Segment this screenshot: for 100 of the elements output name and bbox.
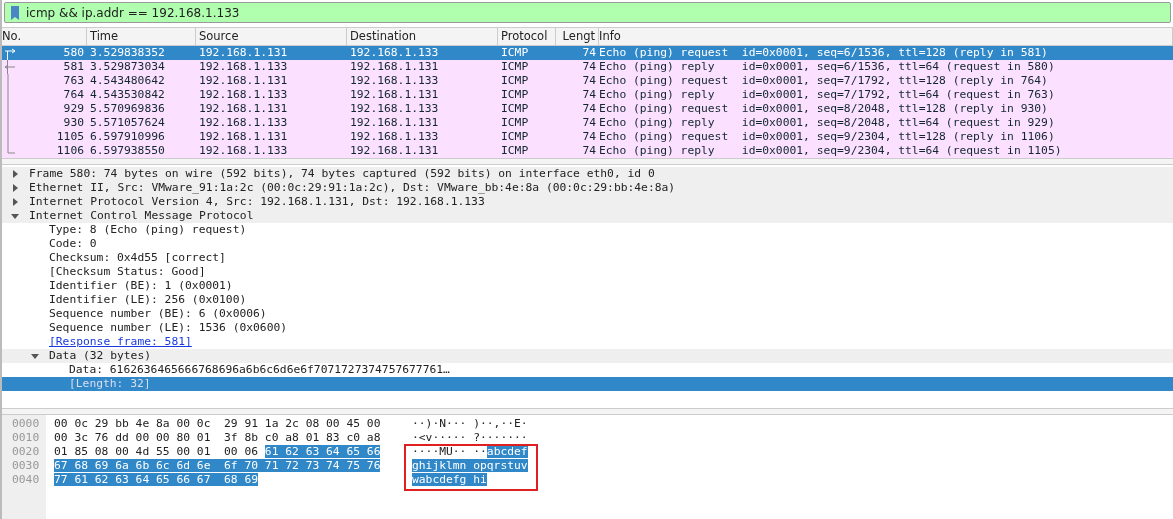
detail-tree-row[interactable]: Data (32 bytes) bbox=[2, 349, 1173, 363]
expanded-triangle-icon[interactable] bbox=[10, 211, 20, 221]
detail-text: Sequence number (BE): 6 (0x0006) bbox=[49, 307, 267, 321]
detail-tree-row[interactable]: [Response frame: 581] bbox=[2, 335, 1173, 349]
detail-tree-row[interactable]: Data: 6162636465666768696a6b6c6d6e6f7071727374757677761… bbox=[2, 363, 1173, 377]
hex-bytes: 00 3c 76 dd 00 00 80 01 3f 8b c0 a8 01 83 c0 a8 bbox=[54, 431, 381, 444]
source-cell-text: 192.168.1.133 bbox=[198, 144, 289, 158]
detail-text: Data (32 bytes) bbox=[49, 349, 152, 363]
info-cell-text: Echo (ping) request id=0x0001, seq=7/1792, ttl=128 (reply in 764) bbox=[599, 74, 1049, 88]
detail-tree-row[interactable]: Checksum: 0x4d55 [correct] bbox=[2, 251, 1173, 265]
detail-tree-row[interactable]: Frame 580: 74 bytes on wire (592 bits), 74 bytes captured (592 bits) on interface eth0, id 0 bbox=[2, 167, 1173, 181]
detail-text: Internet Control Message Protocol bbox=[29, 209, 254, 223]
destination-cell-text: 192.168.1.131 bbox=[349, 144, 440, 158]
hex-bytes: 01 85 08 00 4d 55 00 01 00 06 bbox=[54, 445, 260, 458]
column-header[interactable]: Destination bbox=[347, 28, 498, 45]
length-cell-text: 74 bbox=[581, 102, 597, 116]
source-cell-text: 192.168.1.131 bbox=[198, 130, 289, 144]
source-cell-text: 192.168.1.131 bbox=[198, 46, 289, 60]
column-header[interactable]: Source bbox=[196, 28, 347, 45]
ascii-text: ··)·N··· )··,··E· bbox=[412, 417, 528, 430]
source-cell-text: 192.168.1.131 bbox=[198, 102, 289, 116]
hex-bytes: 77 61 62 63 64 65 66 67 68 69 bbox=[54, 473, 259, 486]
column-header[interactable]: Lengt bbox=[556, 28, 599, 45]
detail-tree-row[interactable]: Sequence number (BE): 6 (0x0006) bbox=[2, 307, 1173, 321]
length-cell-text: 74 bbox=[581, 130, 597, 144]
packet-number: 581 bbox=[63, 60, 84, 74]
detail-tree-row[interactable]: Ethernet II, Src: VMware_91:1a:2c (00:0c:29:91:1a:2c), Dst: VMware_bb:4e:8a (00:0c:29:bb:4e:8a) bbox=[2, 181, 1173, 195]
destination-cell-text: 192.168.1.131 bbox=[349, 116, 440, 130]
packet-number: 1106 bbox=[56, 144, 84, 158]
splitter-handle[interactable] bbox=[2, 408, 1173, 415]
detail-tree-row[interactable]: Internet Protocol Version 4, Src: 192.168.1.131, Dst: 192.168.1.133 bbox=[2, 195, 1173, 209]
detail-text: Identifier (BE): 1 (0x0001) bbox=[49, 279, 233, 293]
filter-value: icmp && ip.addr == 192.168.1.133 bbox=[26, 5, 240, 20]
detail-text: Checksum: 0x4d55 [correct] bbox=[49, 251, 226, 265]
packet-number: 929 bbox=[63, 102, 84, 116]
source-cell-text: 192.168.1.133 bbox=[198, 88, 289, 102]
byte-offset: 0030 bbox=[12, 459, 41, 473]
detail-text: Sequence number (LE): 1536 (0x0600) bbox=[49, 321, 288, 335]
hex-bytes: 61 62 63 64 65 66 bbox=[264, 445, 381, 458]
protocol-cell-text: ICMP bbox=[500, 102, 530, 116]
detail-tree-row[interactable]: Type: 8 (Echo (ping) request) bbox=[2, 223, 1173, 237]
packet-row[interactable]: 580 3.529838352 192.168.1.131 192.168.1.133 ICMP 74 Echo (ping) request id=0x0001, seq=6/1536, ttl=128 (reply in 581) bbox=[2, 46, 1173, 60]
packet-row[interactable]: 581 3.529873034 192.168.1.133 192.168.1.131 ICMP 74 Echo (ping) reply id=0x0001, seq=6/1536, ttl=64 (request in 580) bbox=[2, 60, 1173, 74]
bookmark-icon[interactable] bbox=[9, 4, 21, 21]
collapsed-triangle-icon[interactable] bbox=[10, 197, 20, 207]
expanded-triangle-icon[interactable] bbox=[30, 351, 40, 361]
time-cell-text: 6.597938550 bbox=[89, 144, 166, 158]
detail-tree-row[interactable]: Code: 0 bbox=[2, 237, 1173, 251]
detail-tree-row[interactable]: Identifier (LE): 256 (0x0100) bbox=[2, 293, 1173, 307]
detail-tree-row[interactable]: Identifier (BE): 1 (0x0001) bbox=[2, 279, 1173, 293]
info-cell-text: Echo (ping) request id=0x0001, seq=6/1536, ttl=128 (reply in 581) bbox=[599, 46, 1049, 60]
reply-arrow-icon bbox=[4, 60, 16, 74]
packet-row[interactable]: 763 4.543480642 192.168.1.131 192.168.1.133 ICMP 74 Echo (ping) request id=0x0001, seq=7/1792, ttl=128 (reply in 764) bbox=[2, 74, 1173, 88]
column-header[interactable]: Protocol bbox=[498, 28, 556, 45]
splitter-handle[interactable] bbox=[2, 158, 1173, 165]
info-cell-text: Echo (ping) request id=0x0001, seq=9/2304, ttl=128 (reply in 1106) bbox=[599, 130, 1056, 144]
packet-row[interactable]: 929 5.570969836 192.168.1.131 192.168.1.133 ICMP 74 Echo (ping) request id=0x0001, seq=8/2048, ttl=128 (reply in 930) bbox=[2, 102, 1173, 116]
source-cell-text: 192.168.1.133 bbox=[198, 60, 289, 74]
detail-text: Data: 6162636465666768696a6b6c6d6e6f7071727374757677761… bbox=[69, 363, 450, 377]
time-cell-text: 3.529838352 bbox=[89, 46, 166, 60]
packet-number: 1105 bbox=[56, 130, 84, 144]
detail-tree-row[interactable]: Internet Control Message Protocol bbox=[2, 209, 1173, 223]
destination-cell-text: 192.168.1.131 bbox=[349, 88, 440, 102]
destination-cell-text: 192.168.1.131 bbox=[349, 60, 440, 74]
protocol-cell-text: ICMP bbox=[500, 60, 530, 74]
byte-offset: 0000 bbox=[12, 417, 41, 431]
column-header[interactable]: Time bbox=[87, 28, 196, 45]
destination-cell-text: 192.168.1.133 bbox=[349, 46, 440, 60]
detail-text: Frame 580: 74 bytes on wire (592 bits), 74 bytes captured (592 bits) on interface eth0, id 0 bbox=[29, 167, 655, 181]
length-cell-text: 74 bbox=[581, 144, 597, 158]
packet-number: 764 bbox=[63, 88, 84, 102]
packet-row[interactable]: 1106 6.597938550 192.168.1.133 192.168.1.131 ICMP 74 Echo (ping) reply id=0x0001, seq=9/2304, ttl=64 (request in 1105) bbox=[2, 144, 1173, 158]
detail-tree-row[interactable]: Sequence number (LE): 1536 (0x0600) bbox=[2, 321, 1173, 335]
time-cell-text: 5.570969836 bbox=[89, 102, 166, 116]
collapsed-triangle-icon[interactable] bbox=[10, 183, 20, 193]
detail-text: [Checksum Status: Good] bbox=[49, 265, 206, 279]
length-cell-text: 74 bbox=[581, 46, 597, 60]
column-header[interactable]: No. bbox=[2, 28, 87, 45]
packet-row[interactable]: 1105 6.597910996 192.168.1.131 192.168.1.133 ICMP 74 Echo (ping) request id=0x0001, seq=9/2304, ttl=128 (reply in 1106) bbox=[2, 130, 1173, 144]
length-cell-text: 74 bbox=[581, 116, 597, 130]
collapsed-triangle-icon[interactable] bbox=[10, 169, 20, 179]
source-cell-text: 192.168.1.131 bbox=[198, 74, 289, 88]
destination-cell-text: 192.168.1.133 bbox=[349, 130, 440, 144]
info-cell-text: Echo (ping) reply id=0x0001, seq=8/2048, ttl=64 (request in 929) bbox=[599, 116, 1056, 130]
packet-row[interactable]: 764 4.543530842 192.168.1.133 192.168.1.131 ICMP 74 Echo (ping) reply id=0x0001, seq=7/1792, ttl=64 (request in 763) bbox=[2, 88, 1173, 102]
column-header[interactable]: Info bbox=[599, 28, 1173, 45]
time-cell-text: 4.543530842 bbox=[89, 88, 166, 102]
protocol-cell-text: ICMP bbox=[500, 130, 530, 144]
response-frame-link[interactable]: [Response frame: 581] bbox=[49, 335, 192, 349]
packet-number: 930 bbox=[63, 116, 84, 130]
packet-row[interactable]: 930 5.571057624 192.168.1.133 192.168.1.131 ICMP 74 Echo (ping) reply id=0x0001, seq=8/2048, ttl=64 (request in 929) bbox=[2, 116, 1173, 130]
time-cell-text: 5.571057624 bbox=[89, 116, 166, 130]
display-filter-field[interactable]: icmp && ip.addr == 192.168.1.133 bbox=[4, 2, 1171, 23]
bracket-end-icon bbox=[6, 144, 15, 154]
info-cell-text: Echo (ping) reply id=0x0001, seq=9/2304, ttl=64 (request in 1105) bbox=[599, 144, 1063, 158]
byte-offset: 0020 bbox=[12, 445, 41, 459]
destination-cell-text: 192.168.1.133 bbox=[349, 74, 440, 88]
length-cell-text: 74 bbox=[581, 60, 597, 74]
time-cell-text: 4.543480642 bbox=[89, 74, 166, 88]
detail-tree-row[interactable]: [Checksum Status: Good] bbox=[2, 265, 1173, 279]
